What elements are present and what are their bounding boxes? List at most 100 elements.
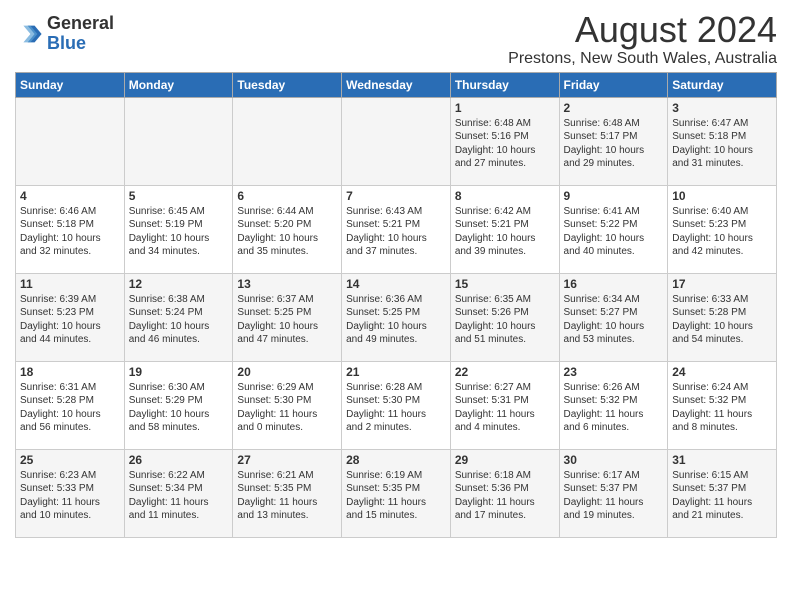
day-info: Sunrise: 6:33 AM Sunset: 5:28 PM Dayligh… — [672, 293, 772, 347]
day-info: Sunrise: 6:48 AM Sunset: 5:17 PM Dayligh… — [564, 117, 664, 171]
day-number: 15 — [455, 277, 555, 291]
day-number: 16 — [564, 277, 664, 291]
calendar-cell — [233, 97, 342, 185]
day-number: 8 — [455, 189, 555, 203]
calendar-cell: 30Sunrise: 6:17 AM Sunset: 5:37 PM Dayli… — [559, 449, 668, 537]
calendar-cell: 2 Sunrise: 6:48 AM Sunset: 5:17 PM Daylig… — [559, 97, 668, 185]
day-number: 5 — [129, 189, 229, 203]
calendar-cell: 15 Sunrise: 6:35 AM Sunset: 5:26 PM Dayli… — [450, 273, 559, 361]
calendar-cell: 19Sunrise: 6:30 AM Sunset: 5:29 PM Dayli… — [124, 361, 233, 449]
logo-general-text: General — [47, 13, 114, 33]
calendar-cell: 5 Sunrise: 6:45 AM Sunset: 5:19 PM Daylig… — [124, 185, 233, 273]
day-header-monday: Monday — [124, 72, 233, 97]
logo-blue-text: Blue — [47, 33, 86, 53]
header: General Blue August 2024 Prestons, New S… — [15, 10, 777, 68]
day-info: Sunrise: 6:46 AM Sunset: 5:18 PM Dayligh… — [20, 205, 120, 259]
calendar-cell: 11Sunrise: 6:39 AM Sunset: 5:23 PM Dayli… — [16, 273, 125, 361]
calendar-cell: 21Sunrise: 6:28 AM Sunset: 5:30 PM Dayli… — [342, 361, 451, 449]
day-info: Sunrise: 6:38 AM Sunset: 5:24 PM Dayligh… — [129, 293, 229, 347]
day-number: 27 — [237, 453, 337, 467]
day-number: 31 — [672, 453, 772, 467]
day-info: Sunrise: 6:39 AM Sunset: 5:23 PM Dayligh… — [20, 293, 120, 347]
day-number: 1 — [455, 101, 555, 115]
day-info: Sunrise: 6:48 AM Sunset: 5:16 PM Dayligh… — [455, 117, 555, 171]
calendar-body: 1 Sunrise: 6:48 AM Sunset: 5:16 PM Daylig… — [16, 97, 777, 537]
day-info: Sunrise: 6:28 AM Sunset: 5:30 PM Dayligh… — [346, 381, 446, 435]
calendar-cell: 31Sunrise: 6:15 AM Sunset: 5:37 PM Dayli… — [668, 449, 777, 537]
day-info: Sunrise: 6:19 AM Sunset: 5:35 PM Dayligh… — [346, 469, 446, 523]
day-header-friday: Friday — [559, 72, 668, 97]
calendar-cell: 17Sunrise: 6:33 AM Sunset: 5:28 PM Dayli… — [668, 273, 777, 361]
day-info: Sunrise: 6:43 AM Sunset: 5:21 PM Dayligh… — [346, 205, 446, 259]
day-header-thursday: Thursday — [450, 72, 559, 97]
day-header-wednesday: Wednesday — [342, 72, 451, 97]
calendar-cell: 14 Sunrise: 6:36 AM Sunset: 5:25 PM Dayli… — [342, 273, 451, 361]
calendar-cell: 26 Sunrise: 6:22 AM Sunset: 5:34 PM Dayli… — [124, 449, 233, 537]
calendar-week-row: 11Sunrise: 6:39 AM Sunset: 5:23 PM Dayli… — [16, 273, 777, 361]
day-info: Sunrise: 6:44 AM Sunset: 5:20 PM Dayligh… — [237, 205, 337, 259]
day-number: 28 — [346, 453, 446, 467]
day-info: Sunrise: 6:21 AM Sunset: 5:35 PM Dayligh… — [237, 469, 337, 523]
calendar-header-row: SundayMondayTuesdayWednesdayThursdayFrid… — [16, 72, 777, 97]
calendar-cell: 25 Sunrise: 6:23 AM Sunset: 5:33 PM Dayli… — [16, 449, 125, 537]
calendar-cell: 4Sunrise: 6:46 AM Sunset: 5:18 PM Daylig… — [16, 185, 125, 273]
calendar-cell: 22 Sunrise: 6:27 AM Sunset: 5:31 PM Dayli… — [450, 361, 559, 449]
day-number: 14 — [346, 277, 446, 291]
calendar-cell: 27 Sunrise: 6:21 AM Sunset: 5:35 PM Dayli… — [233, 449, 342, 537]
day-info: Sunrise: 6:42 AM Sunset: 5:21 PM Dayligh… — [455, 205, 555, 259]
logo: General Blue — [15, 14, 114, 54]
day-info: Sunrise: 6:40 AM Sunset: 5:23 PM Dayligh… — [672, 205, 772, 259]
day-info: Sunrise: 6:27 AM Sunset: 5:31 PM Dayligh… — [455, 381, 555, 435]
day-info: Sunrise: 6:45 AM Sunset: 5:19 PM Dayligh… — [129, 205, 229, 259]
calendar-week-row: 1 Sunrise: 6:48 AM Sunset: 5:16 PM Daylig… — [16, 97, 777, 185]
logo-icon — [15, 20, 43, 48]
calendar-cell: 18Sunrise: 6:31 AM Sunset: 5:28 PM Dayli… — [16, 361, 125, 449]
location-subtitle: Prestons, New South Wales, Australia — [508, 50, 777, 68]
day-info: Sunrise: 6:30 AM Sunset: 5:29 PM Dayligh… — [129, 381, 229, 435]
day-header-tuesday: Tuesday — [233, 72, 342, 97]
calendar-cell — [342, 97, 451, 185]
calendar-cell: 24 Sunrise: 6:24 AM Sunset: 5:32 PM Dayli… — [668, 361, 777, 449]
day-number: 7 — [346, 189, 446, 203]
calendar-cell: 20 Sunrise: 6:29 AM Sunset: 5:30 PM Dayli… — [233, 361, 342, 449]
day-info: Sunrise: 6:23 AM Sunset: 5:33 PM Dayligh… — [20, 469, 120, 523]
calendar-cell: 8 Sunrise: 6:42 AM Sunset: 5:21 PM Daylig… — [450, 185, 559, 273]
day-header-sunday: Sunday — [16, 72, 125, 97]
day-number: 23 — [564, 365, 664, 379]
calendar-table: SundayMondayTuesdayWednesdayThursdayFrid… — [15, 72, 777, 538]
calendar-cell: 7 Sunrise: 6:43 AM Sunset: 5:21 PM Daylig… — [342, 185, 451, 273]
calendar-cell — [16, 97, 125, 185]
day-number: 9 — [564, 189, 664, 203]
day-info: Sunrise: 6:18 AM Sunset: 5:36 PM Dayligh… — [455, 469, 555, 523]
day-info: Sunrise: 6:34 AM Sunset: 5:27 PM Dayligh… — [564, 293, 664, 347]
calendar-cell: 12Sunrise: 6:38 AM Sunset: 5:24 PM Dayli… — [124, 273, 233, 361]
day-number: 3 — [672, 101, 772, 115]
calendar-cell: 13 Sunrise: 6:37 AM Sunset: 5:25 PM Dayli… — [233, 273, 342, 361]
day-info: Sunrise: 6:37 AM Sunset: 5:25 PM Dayligh… — [237, 293, 337, 347]
calendar-cell: 28 Sunrise: 6:19 AM Sunset: 5:35 PM Dayli… — [342, 449, 451, 537]
calendar-cell: 9Sunrise: 6:41 AM Sunset: 5:22 PM Daylig… — [559, 185, 668, 273]
calendar-cell: 6 Sunrise: 6:44 AM Sunset: 5:20 PM Daylig… — [233, 185, 342, 273]
day-number: 6 — [237, 189, 337, 203]
day-header-saturday: Saturday — [668, 72, 777, 97]
day-info: Sunrise: 6:29 AM Sunset: 5:30 PM Dayligh… — [237, 381, 337, 435]
day-info: Sunrise: 6:22 AM Sunset: 5:34 PM Dayligh… — [129, 469, 229, 523]
day-number: 2 — [564, 101, 664, 115]
calendar-cell: 16 Sunrise: 6:34 AM Sunset: 5:27 PM Dayli… — [559, 273, 668, 361]
day-number: 26 — [129, 453, 229, 467]
title-area: August 2024 Prestons, New South Wales, A… — [508, 10, 777, 68]
day-number: 22 — [455, 365, 555, 379]
day-number: 20 — [237, 365, 337, 379]
calendar-cell: 29 Sunrise: 6:18 AM Sunset: 5:36 PM Dayli… — [450, 449, 559, 537]
day-info: Sunrise: 6:35 AM Sunset: 5:26 PM Dayligh… — [455, 293, 555, 347]
calendar-cell: 23Sunrise: 6:26 AM Sunset: 5:32 PM Dayli… — [559, 361, 668, 449]
calendar-cell — [124, 97, 233, 185]
calendar-week-row: 4Sunrise: 6:46 AM Sunset: 5:18 PM Daylig… — [16, 185, 777, 273]
day-number: 29 — [455, 453, 555, 467]
day-number: 25 — [20, 453, 120, 467]
day-number: 24 — [672, 365, 772, 379]
day-number: 13 — [237, 277, 337, 291]
day-info: Sunrise: 6:17 AM Sunset: 5:37 PM Dayligh… — [564, 469, 664, 523]
day-info: Sunrise: 6:36 AM Sunset: 5:25 PM Dayligh… — [346, 293, 446, 347]
day-info: Sunrise: 6:24 AM Sunset: 5:32 PM Dayligh… — [672, 381, 772, 435]
